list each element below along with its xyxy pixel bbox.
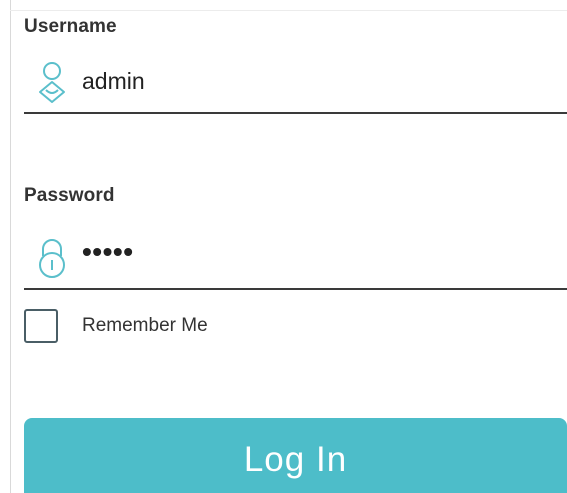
password-value[interactable]: ••••• — [82, 236, 134, 268]
password-label: Password — [24, 185, 115, 206]
username-field[interactable]: admin — [24, 52, 567, 114]
top-divider — [10, 10, 567, 11]
left-divider — [10, 0, 11, 493]
remember-me-checkbox[interactable] — [24, 309, 58, 343]
remember-me-label[interactable]: Remember Me — [82, 315, 208, 337]
user-icon — [36, 60, 68, 104]
password-field[interactable]: ••••• — [24, 228, 567, 290]
remember-me-option[interactable]: Remember Me — [24, 308, 208, 344]
username-value[interactable]: admin — [82, 68, 145, 95]
login-button[interactable]: Log In — [24, 418, 567, 493]
lock-icon — [36, 236, 68, 280]
login-form: Username admin Password ••••• Remember M… — [0, 0, 567, 493]
username-label: Username — [24, 16, 117, 37]
